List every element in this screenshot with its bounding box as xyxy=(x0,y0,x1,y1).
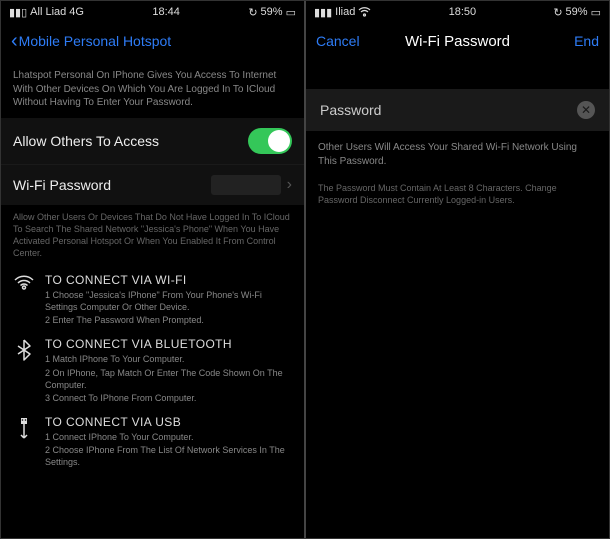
bt-step-3: 3 Connect To IPhone From Computer. xyxy=(45,392,292,404)
password-value-mask xyxy=(211,175,281,195)
status-bar: ▮▮▮ Iliad 18:50 ↻ 59% ▭ xyxy=(306,1,609,23)
nav-bar: Cancel Wi-Fi Password End xyxy=(306,23,609,59)
wifi-password-screen: ▮▮▮ Iliad 18:50 ↻ 59% ▭ Cancel Wi-Fi Pas… xyxy=(304,1,609,538)
chevron-right-icon: › xyxy=(287,176,292,194)
wifi-password-row[interactable]: Wi-Fi Password › xyxy=(1,165,304,205)
nav-title: Mobile Personal Hotspot xyxy=(19,33,172,49)
clock: 18:44 xyxy=(152,6,180,18)
usb-step-2: 2 Choose IPhone From The List Of Network… xyxy=(45,444,292,468)
battery-percent: 59% xyxy=(261,6,283,18)
bt-step-2: 2 On IPhone, Tap Match Or Enter The Code… xyxy=(45,367,292,391)
allow-others-label: Allow Others To Access xyxy=(13,133,159,149)
bluetooth-icon xyxy=(13,337,35,405)
battery-icon: ▭ xyxy=(591,6,601,19)
status-bar: ▮▮▯ All Liad 4G 18:44 ↻ 59% ▭ xyxy=(1,1,304,23)
connect-instructions: TO CONNECT VIA WI-FI 1 Choose "Jessica's… xyxy=(1,265,304,489)
clock: 18:50 xyxy=(449,6,477,18)
bt-step-1: 1 Match IPhone To Your Computer. xyxy=(45,353,292,365)
wifi-step-1: 1 Choose "Jessica's IPhone" From Your Ph… xyxy=(45,289,292,313)
cancel-button[interactable]: Cancel xyxy=(316,33,360,49)
bt-connect-title: TO CONNECT VIA BLUETOOTH xyxy=(45,337,292,351)
signal-bars-icon: ▮▮▯ xyxy=(9,6,27,19)
battery-percent: 59% xyxy=(566,6,588,18)
nav-title: Wi-Fi Password xyxy=(405,33,510,50)
wifi-status-icon xyxy=(358,7,371,17)
allow-others-row[interactable]: Allow Others To Access xyxy=(1,118,304,165)
hotspot-settings-screen: ▮▮▯ All Liad 4G 18:44 ↻ 59% ▭ ‹ Mobile P… xyxy=(1,1,304,538)
signal-bars-icon: ▮▮▮ xyxy=(314,6,332,19)
wifi-connect-title: TO CONNECT VIA WI-FI xyxy=(45,273,292,287)
wifi-icon xyxy=(13,273,35,327)
wifi-password-label: Wi-Fi Password xyxy=(13,177,111,193)
back-button[interactable]: ‹ Mobile Personal Hotspot xyxy=(11,30,171,53)
wifi-step-2: 2 Enter The Password When Prompted. xyxy=(45,314,292,326)
password-rule: The Password Must Contain At Least 8 Cha… xyxy=(306,176,609,212)
allow-others-toggle[interactable] xyxy=(248,128,292,154)
password-field-label: Password xyxy=(320,102,381,118)
intro-text: Lhatspot Personal On IPhone Gives You Ac… xyxy=(1,59,304,118)
usb-icon xyxy=(13,415,35,469)
nav-bar: ‹ Mobile Personal Hotspot xyxy=(1,23,304,59)
carrier-label: All Liad 4G xyxy=(30,6,84,18)
refresh-icon: ↻ xyxy=(248,6,257,19)
usb-connect-title: TO CONNECT VIA USB xyxy=(45,415,292,429)
password-description: Other Users Will Access Your Shared Wi-F… xyxy=(306,131,609,176)
allow-note: Allow Other Users Or Devices That Do Not… xyxy=(1,205,304,266)
chevron-left-icon: ‹ xyxy=(11,30,18,53)
password-input-row[interactable]: Password ✕ xyxy=(306,89,609,131)
end-button[interactable]: End xyxy=(574,33,599,49)
usb-step-1: 1 Connect IPhone To Your Computer. xyxy=(45,431,292,443)
carrier-label: Iliad xyxy=(335,6,355,18)
settings-group: Allow Others To Access Wi-Fi Password › xyxy=(1,118,304,205)
clear-input-icon[interactable]: ✕ xyxy=(577,101,595,119)
refresh-icon: ↻ xyxy=(553,6,562,19)
battery-icon: ▭ xyxy=(286,6,296,19)
